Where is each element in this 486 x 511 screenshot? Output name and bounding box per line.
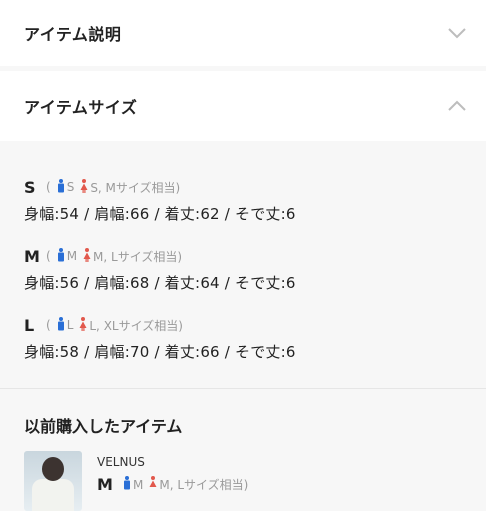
previous-purchase-section: 以前購入したアイテム VELNUS M M M, Lサイズ相当) <box>0 389 486 511</box>
size-list: S ( S S, Mサイズ相当) 身幅:54 / 肩幅:66 / 着丈:62 /… <box>0 141 486 388</box>
size-row-s: S ( S S, Mサイズ相当) 身幅:54 / 肩幅:66 / 着丈:62 /… <box>24 175 462 224</box>
men-icon <box>123 475 131 494</box>
women-size: M, Lサイズ相当) <box>93 249 183 264</box>
men-icon <box>57 316 65 335</box>
size-measurements: 身幅:58 / 肩幅:70 / 着丈:66 / そで丈:6 <box>24 343 296 361</box>
men-icon <box>57 178 65 197</box>
women-size: M, Lサイズ相当) <box>159 478 249 492</box>
women-icon <box>79 316 87 335</box>
previous-purchase-title: 以前購入したアイテム <box>24 417 183 436</box>
chevron-down-icon[interactable] <box>446 22 468 44</box>
size-row-m: M ( M M, Lサイズ相当) 身幅:56 / 肩幅:68 / 着丈:64 /… <box>24 244 462 293</box>
size-measurements: 身幅:54 / 肩幅:66 / 着丈:62 / そで丈:6 <box>24 205 296 223</box>
size-letter: S <box>24 177 36 197</box>
chevron-up-icon[interactable] <box>446 95 468 117</box>
men-size: M <box>133 477 144 492</box>
men-size: L <box>66 318 74 332</box>
men-icon <box>57 247 65 266</box>
women-size: L, XLサイズ相当) <box>89 318 183 333</box>
brand-name: VELNUS <box>97 455 145 469</box>
size-letter: L <box>24 315 35 335</box>
women-icon <box>149 475 157 494</box>
size-letter: M <box>24 246 40 266</box>
paren-open: ( <box>46 249 51 263</box>
size-measurements: 身幅:56 / 肩幅:68 / 着丈:64 / そで丈:6 <box>24 274 296 292</box>
men-size: M <box>66 249 78 263</box>
previous-purchase-item[interactable]: VELNUS M M M, Lサイズ相当) <box>24 451 462 511</box>
item-size-title: アイテムサイズ <box>24 98 138 117</box>
paren-open: ( <box>46 180 51 194</box>
item-description-title: アイテム説明 <box>24 25 122 44</box>
women-size: S, Mサイズ相当) <box>90 180 181 195</box>
women-icon <box>80 178 88 197</box>
paren-open: ( <box>46 318 51 332</box>
item-size-header[interactable]: アイテムサイズ <box>0 71 486 141</box>
women-icon <box>83 247 91 266</box>
product-thumbnail[interactable] <box>24 451 82 511</box>
men-size: S <box>66 180 75 194</box>
item-description-header[interactable]: アイテム説明 <box>0 0 486 66</box>
size-row-l: L ( L L, XLサイズ相当) 身幅:58 / 肩幅:70 / 着丈:66 … <box>24 313 462 362</box>
size-letter: M <box>97 475 113 494</box>
